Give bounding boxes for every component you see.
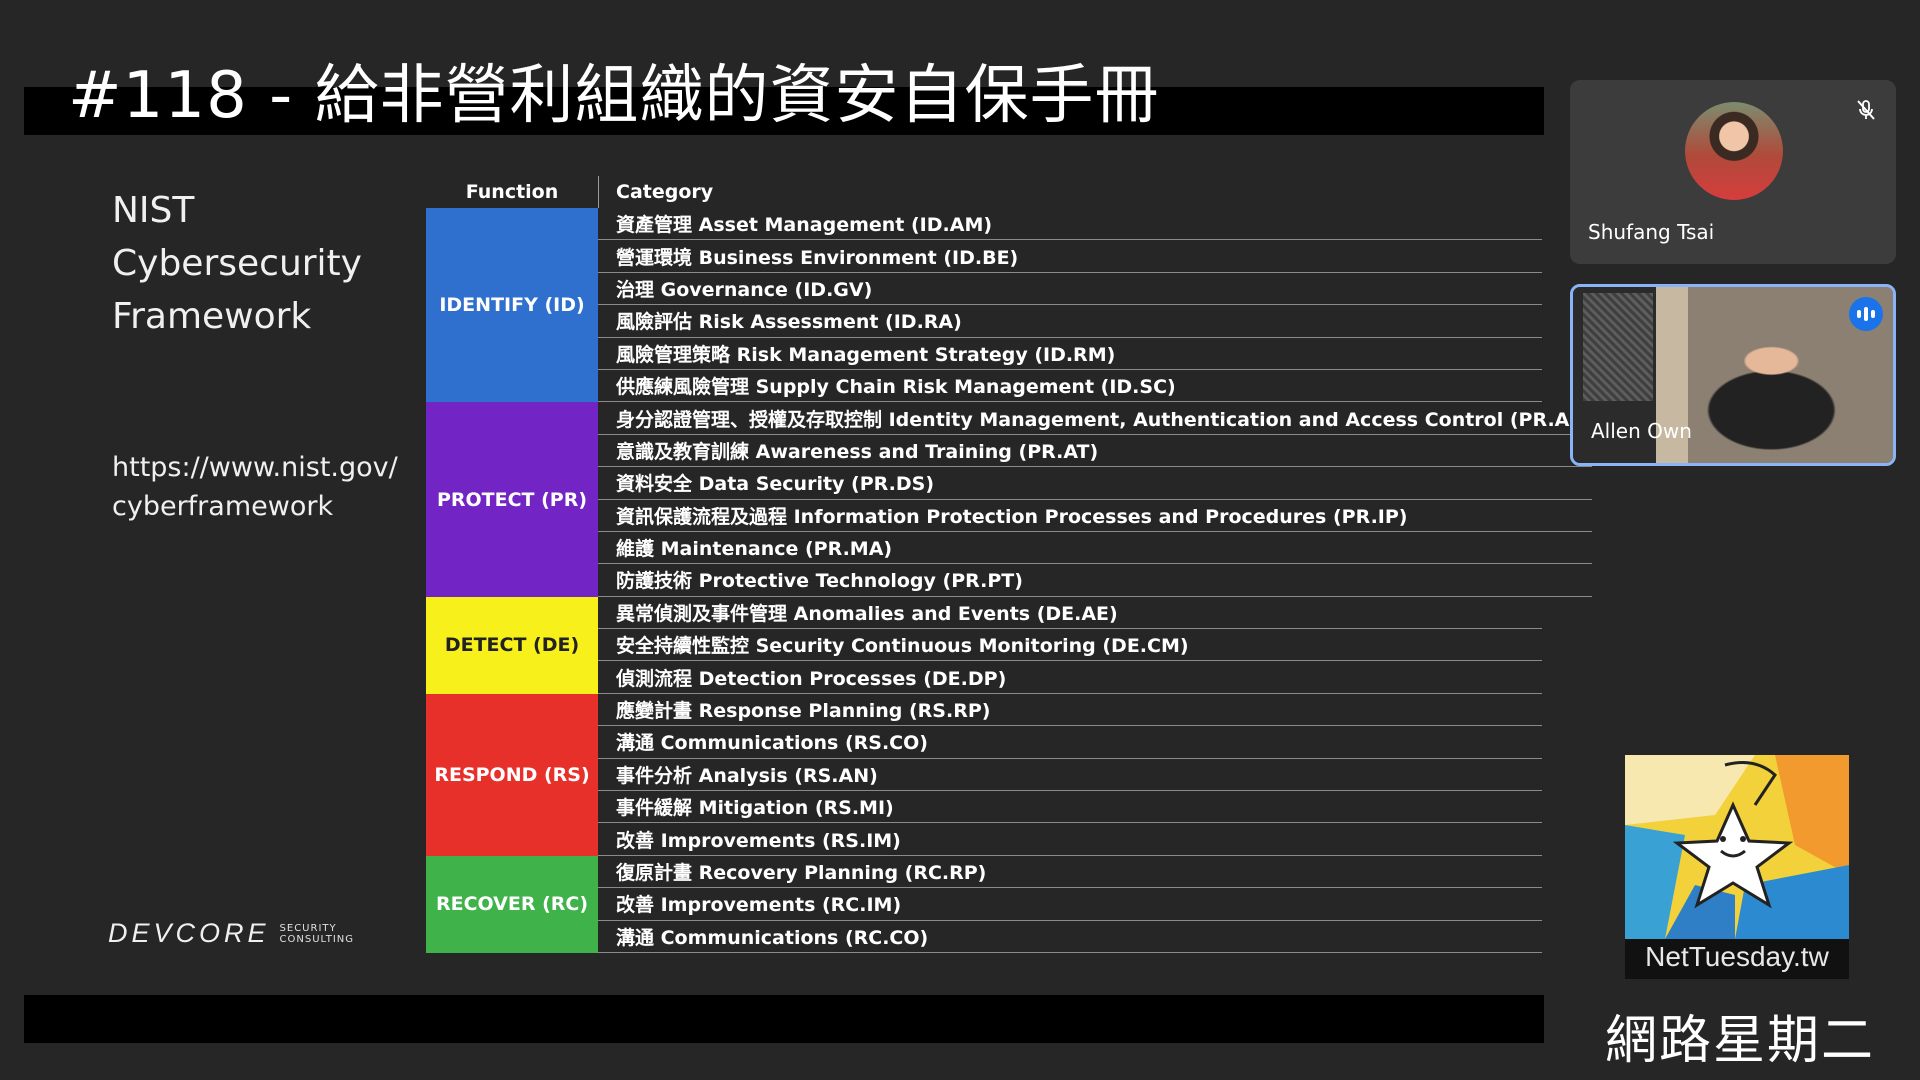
function-group: PROTECT (PR) 身分認證管理、授權及存取控制 Identity Mana…: [426, 402, 1592, 597]
function-cell: RESPOND (RS): [426, 693, 598, 856]
category-row: 事件緩解 Mitigation (RS.MI): [598, 791, 1542, 824]
table-body: IDENTIFY (ID) 資產管理 Asset Management (ID.A…: [426, 208, 1592, 953]
function-group: IDENTIFY (ID) 資產管理 Asset Management (ID.A…: [426, 208, 1542, 403]
header-function: Function: [465, 181, 559, 203]
mic-off-icon: [1857, 100, 1875, 120]
devcore-logo-word: DEVCORE: [108, 918, 270, 948]
category-row: 溝通 Communications (RC.CO): [598, 921, 1542, 953]
category-row: 溝通 Communications (RS.CO): [598, 726, 1542, 759]
framework-url-line: cyberframework: [112, 491, 334, 522]
function-cell: PROTECT (PR): [426, 402, 598, 597]
nist-framework-table: Function Category IDENTIFY (ID) 資產管理 Asse…: [426, 176, 1592, 953]
category-list: 資產管理 Asset Management (ID.AM) 營運環境 Busine…: [598, 208, 1542, 403]
category-list: 復原計畫 Recovery Planning (RC.RP) 改善 Improve…: [598, 856, 1542, 953]
bottom-band: [24, 995, 1544, 1043]
framework-line: Framework: [112, 296, 312, 337]
header-divider: [598, 176, 599, 208]
participant-tile-allen[interactable]: Allen Own: [1570, 284, 1896, 466]
wall-map: [1583, 293, 1653, 401]
header-category: Category: [616, 181, 714, 203]
category-row: 應變計畫 Response Planning (RS.RP): [598, 694, 1542, 727]
nettuesday-star-hands-icon: [1625, 755, 1849, 939]
category-row: 偵測流程 Detection Processes (DE.DP): [598, 661, 1542, 694]
table-header: Function Category: [426, 176, 1542, 208]
category-row: 改善 Improvements (RC.IM): [598, 888, 1542, 921]
devcore-sub-line: SECURITY: [279, 922, 337, 934]
category-row: 維護 Maintenance (PR.MA): [598, 532, 1592, 565]
framework-url: https://www.nist.gov/ cyberframework: [112, 448, 398, 526]
category-row: 治理 Governance (ID.GV): [598, 273, 1542, 306]
category-row: 意識及教育訓練 Awareness and Training (PR.AT): [598, 435, 1592, 468]
category-row: 資訊保護流程及過程 Information Protection Process…: [598, 500, 1592, 532]
category-row: 風險評估 Risk Assessment (ID.RA): [598, 305, 1542, 338]
function-group: DETECT (DE) 異常偵測及事件管理 Anomalies and Event…: [426, 596, 1542, 694]
category-row: 供應練風險管理 Supply Chain Risk Management (ID…: [598, 370, 1542, 403]
participant-tile-shufang[interactable]: Shufang Tsai: [1570, 80, 1896, 264]
nettuesday-logo: NetTuesday.tw: [1625, 755, 1849, 979]
category-row: 風險管理策略 Risk Management Strategy (ID.RM): [598, 338, 1542, 370]
framework-url-line: https://www.nist.gov/: [112, 452, 398, 483]
category-list: 身分認證管理、授權及存取控制 Identity Management, Auth…: [598, 402, 1592, 597]
category-row: 安全持續性監控 Security Continuous Monitoring (…: [598, 629, 1542, 662]
speaking-indicator-icon: [1849, 297, 1883, 331]
category-row: 復原計畫 Recovery Planning (RC.RP): [598, 856, 1542, 889]
framework-name: NIST Cybersecurity Framework: [112, 184, 362, 343]
function-group: RECOVER (RC) 復原計畫 Recovery Planning (RC.R…: [426, 855, 1542, 953]
category-list: 應變計畫 Response Planning (RS.RP) 溝通 Communi…: [598, 694, 1542, 856]
nettuesday-tagline: 網路星期二: [1605, 1011, 1876, 1071]
category-row: 防護技術 Protective Technology (PR.PT): [598, 564, 1592, 597]
framework-line: Cybersecurity: [112, 243, 362, 284]
framework-line: NIST: [112, 190, 195, 231]
function-cell: DETECT (DE): [426, 596, 598, 694]
function-group: RESPOND (RS) 應變計畫 Response Planning (RS.R…: [426, 693, 1542, 856]
avatar: [1685, 102, 1783, 200]
devcore-logo: DEVCORE SECURITY CONSULTING: [108, 918, 354, 949]
category-row: 異常偵測及事件管理 Anomalies and Events (DE.AE): [598, 597, 1542, 630]
devcore-sub-line: CONSULTING: [279, 933, 355, 945]
category-row: 營運環境 Business Environment (ID.BE): [598, 240, 1542, 273]
category-row: 資產管理 Asset Management (ID.AM): [598, 208, 1542, 241]
function-cell: RECOVER (RC): [426, 855, 598, 953]
function-cell: IDENTIFY (ID): [426, 208, 598, 403]
category-list: 異常偵測及事件管理 Anomalies and Events (DE.AE) 安全…: [598, 597, 1542, 694]
category-row: 改善 Improvements (RS.IM): [598, 823, 1542, 856]
nettuesday-logo-text: NetTuesday.tw: [1645, 941, 1829, 972]
slide-title: #118 - 給非營利組織的資安自保手冊: [68, 59, 1160, 133]
category-row: 資料安全 Data Security (PR.DS): [598, 467, 1592, 500]
category-row: 身分認證管理、授權及存取控制 Identity Management, Auth…: [598, 402, 1592, 435]
participant-name: Shufang Tsai: [1588, 220, 1715, 244]
participant-name: Allen Own: [1591, 419, 1692, 443]
category-row: 事件分析 Analysis (RS.AN): [598, 759, 1542, 792]
devcore-logo-subtitle: SECURITY CONSULTING: [280, 923, 354, 945]
